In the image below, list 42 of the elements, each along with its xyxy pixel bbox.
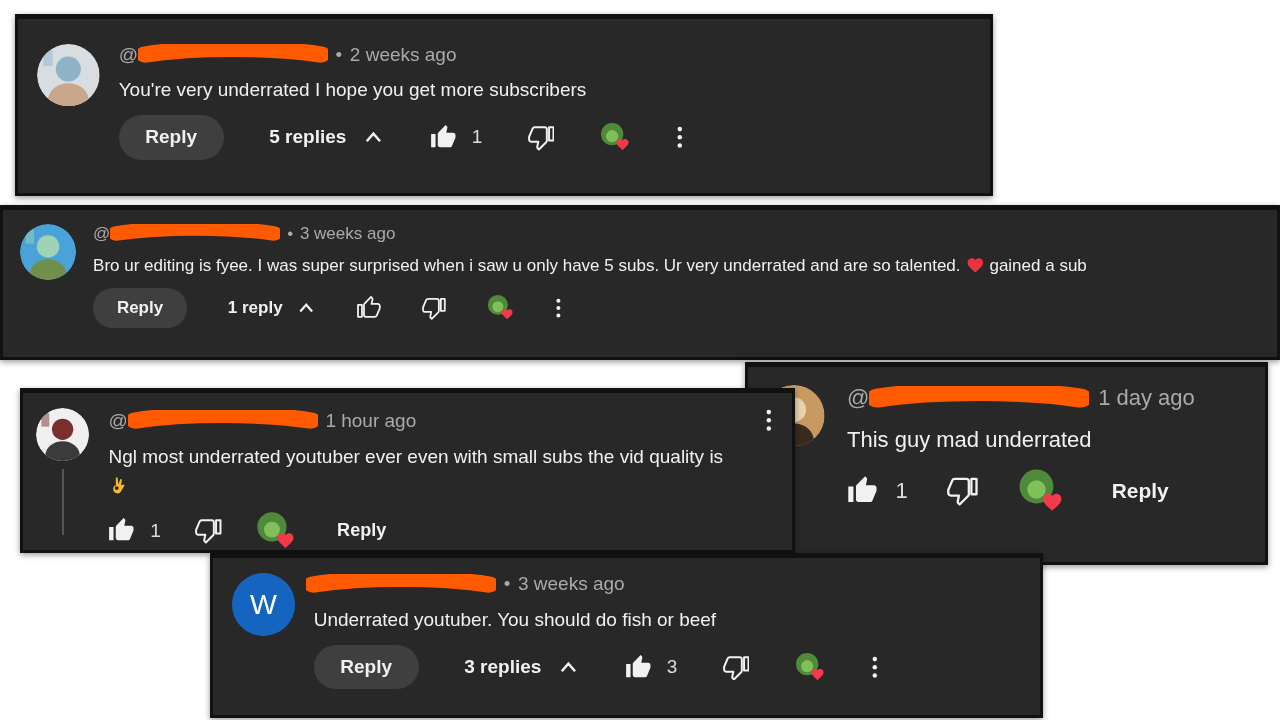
more-options-icon[interactable] — [871, 654, 879, 680]
like-count: 3 — [666, 655, 678, 678]
reply-button[interactable]: Reply — [118, 115, 224, 160]
thumbs-down-icon[interactable] — [527, 124, 555, 151]
thumbs-down-icon[interactable] — [947, 475, 978, 507]
separator-dot: • — [287, 223, 294, 244]
replies-toggle[interactable]: 1 reply — [227, 294, 317, 322]
thumbs-up-icon[interactable] — [357, 296, 382, 320]
separator-dot: • — [503, 573, 511, 596]
like-count: 1 — [471, 126, 483, 149]
username-handle[interactable]: @ — [93, 223, 111, 244]
comment-text: This guy mad underrated — [847, 426, 1092, 452]
reply-button[interactable]: Reply — [93, 287, 187, 329]
comment-text: Ngl most underrated youtuber ever even with small subs the vid quality is — [108, 446, 724, 468]
comment-text: You're very underrated I hope you get more subscribers — [118, 79, 587, 101]
username-handle[interactable]: @ — [847, 384, 870, 411]
more-options-icon[interactable] — [554, 296, 562, 319]
timestamp[interactable]: 3 weeks ago — [517, 573, 625, 596]
separator-dot: • — [335, 43, 343, 66]
comment-text: Bro ur editing is fyee. I was super surprised when i saw u only have 5 subs. Ur very underrated and are so talented. — [93, 255, 961, 275]
comment-text: Underrated youtuber. You should do fish or beef — [313, 608, 717, 630]
more-options-icon[interactable] — [676, 125, 684, 150]
like-count: 1 — [895, 477, 908, 504]
timestamp[interactable]: 3 weeks ago — [299, 223, 396, 244]
avatar: W — [232, 573, 295, 636]
replies-toggle[interactable]: 5 replies — [269, 122, 385, 153]
thumbs-down-icon[interactable] — [722, 653, 750, 681]
username-handle[interactable]: @ — [108, 409, 128, 432]
timestamp[interactable]: 1 hour ago — [325, 409, 417, 432]
reply-button[interactable]: Reply — [313, 644, 419, 690]
reply-button[interactable]: Reply — [329, 516, 394, 545]
comment-text: gained a sub — [989, 255, 1087, 275]
thumbs-down-icon[interactable] — [421, 296, 446, 320]
reply-button[interactable]: Reply — [1103, 474, 1177, 508]
heart-icon — [965, 255, 985, 275]
timestamp[interactable]: 1 day ago — [1098, 384, 1195, 411]
replies-toggle[interactable]: 3 replies — [464, 651, 580, 683]
timestamp[interactable]: 2 weeks ago — [349, 43, 457, 66]
like-count: 1 — [150, 519, 161, 542]
username-handle[interactable]: @ — [118, 43, 138, 66]
more-options-icon[interactable] — [765, 408, 773, 433]
thumbs-down-icon[interactable] — [195, 517, 222, 544]
